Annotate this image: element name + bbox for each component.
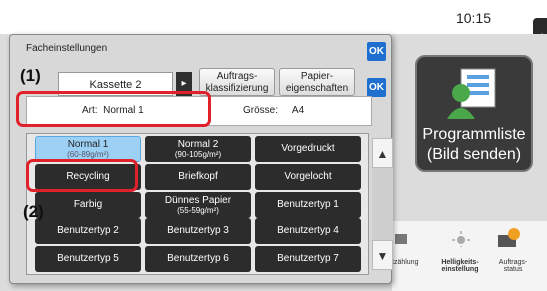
paper-size-display: Grösse: A4 (243, 105, 305, 116)
program-list-icon (447, 68, 496, 119)
device-screen: 10:15 ◂ Programmliste (Bild senden) tzäh… (0, 0, 547, 291)
tab-paper-properties[interactable]: Papier- eigenschaften (279, 68, 355, 96)
paper-type-letterhead[interactable]: Briefkopf (145, 164, 251, 190)
counter-icon (395, 234, 407, 244)
chevron-up-icon: ▲ (376, 147, 389, 161)
job-status-label[interactable]: Auftrags- status (490, 259, 536, 273)
paper-type-user-4[interactable]: Benutzertyp 4 (255, 218, 361, 244)
paper-type-user-7[interactable]: Benutzertyp 7 (255, 246, 361, 272)
program-list-label: Programmliste (Bild senden) (422, 126, 526, 163)
highlight-recycling (26, 159, 138, 192)
paper-type-user-2[interactable]: Benutzertyp 2 (35, 218, 141, 244)
paper-type-user-5[interactable]: Benutzertyp 5 (35, 246, 141, 272)
bottom-shortcut-bar: tzählung Helligkeits- einstellung Auftra… (392, 221, 547, 291)
dialog-title: Facheinstellungen (26, 43, 108, 54)
paper-type-grid: Normal 1 (60-89g/m²) Normal 2 (90-105g/m²)… (26, 133, 369, 275)
scroll-down-button[interactable]: ▼ (372, 240, 393, 270)
ok-button-top[interactable]: OK (367, 42, 386, 61)
paper-type-user-1[interactable]: Benutzertyp 1 (255, 192, 361, 218)
scroll-track[interactable] (372, 168, 393, 240)
paper-type-normal-2[interactable]: Normal 2 (90-105g/m²) (145, 136, 251, 162)
counter-label: tzählung (392, 259, 419, 266)
brightness-label[interactable]: Helligkeits- einstellung (430, 259, 490, 273)
paper-type-prepunched[interactable]: Vorgelocht (255, 164, 361, 190)
program-list-tile[interactable]: Programmliste (Bild senden) (415, 55, 533, 172)
callout-1: (1) (20, 66, 41, 85)
paper-type-colored[interactable]: Farbig (35, 192, 141, 218)
scroll-up-button[interactable]: ▲ (372, 138, 393, 168)
paper-type-user-3[interactable]: Benutzertyp 3 (145, 218, 251, 244)
clock: 10:15 (455, 10, 491, 26)
job-status-icon (498, 228, 520, 247)
paper-type-user-6[interactable]: Benutzertyp 6 (145, 246, 251, 272)
tab-job-classification[interactable]: Auftrags- klassifizierung (199, 68, 275, 96)
paper-type-preprinted[interactable]: Vorgedruckt (255, 136, 361, 162)
status-bar: 10:15 ◂ (0, 0, 547, 52)
chevron-down-icon: ▼ (376, 249, 389, 263)
ok-button-tab[interactable]: OK (367, 78, 386, 97)
highlight-paper-type (16, 91, 211, 127)
brightness-icon (452, 231, 470, 247)
callout-2: (2) (23, 202, 44, 221)
paper-type-thin[interactable]: Dünnes Papier (55-59g/m²) (145, 192, 251, 218)
